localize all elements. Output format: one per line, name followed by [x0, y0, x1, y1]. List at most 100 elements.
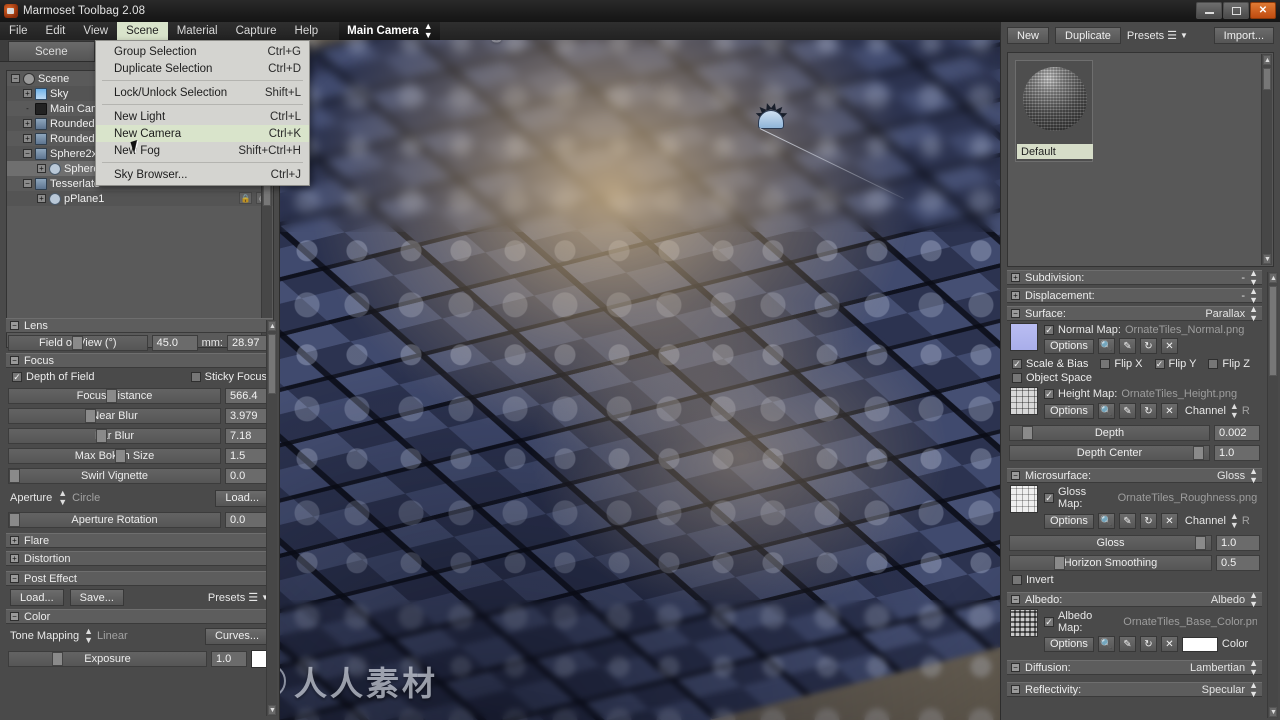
- depth-value[interactable]: 0.002: [1214, 425, 1260, 441]
- refresh-icon[interactable]: ↻: [1139, 403, 1157, 419]
- normal-map-options-button[interactable]: Options: [1044, 338, 1094, 354]
- albedo-map-options-button[interactable]: Options: [1044, 636, 1094, 652]
- scale-bias-checkbox[interactable]: ✓ Scale & Bias: [1012, 358, 1088, 370]
- refresh-icon[interactable]: ↻: [1139, 636, 1157, 652]
- section-subdivision-header[interactable]: + Subdivision: - ▲ ▼: [1007, 270, 1262, 287]
- sticky-focus-checkbox[interactable]: Sticky Focus: [190, 371, 267, 383]
- menu-item-new-light[interactable]: New Light Ctrl+L: [96, 108, 309, 125]
- twisty-icon[interactable]: +: [37, 164, 46, 173]
- material-presets-button[interactable]: Presets ☰ ▼: [1127, 29, 1188, 43]
- exposure-slider[interactable]: Exposure: [8, 651, 207, 667]
- flip-x-checkbox[interactable]: Flip X: [1100, 358, 1143, 370]
- field-of-view-value[interactable]: 45.0: [151, 335, 198, 351]
- far-blur-slider[interactable]: Far Blur: [8, 428, 221, 444]
- scroll-up-arrow-icon[interactable]: ▲: [268, 321, 276, 331]
- height-map-thumbnail[interactable]: [1010, 387, 1038, 415]
- aperture-load-button[interactable]: Load...: [215, 489, 269, 507]
- reflectivity-mode-value[interactable]: Specular: [1202, 684, 1245, 696]
- menu-scene[interactable]: Scene: [117, 22, 168, 40]
- section-displacement-header[interactable]: + Displacement: - ▲ ▼: [1007, 286, 1262, 304]
- maximize-button[interactable]: [1223, 2, 1249, 19]
- albedo-mode-value[interactable]: Albedo: [1211, 594, 1245, 606]
- twisty-icon[interactable]: −: [11, 74, 20, 83]
- invert-checkbox[interactable]: Invert: [1012, 574, 1054, 586]
- collapse-icon[interactable]: −: [10, 356, 19, 365]
- height-channel-value[interactable]: R: [1242, 405, 1250, 417]
- close-icon[interactable]: ✕: [1160, 513, 1178, 529]
- menu-item-group-selection[interactable]: Group Selection Ctrl+G: [96, 43, 309, 60]
- flip-z-checkbox[interactable]: Flip Z: [1208, 358, 1250, 370]
- normal-map-checkbox[interactable]: ✓: [1044, 325, 1054, 335]
- chevron-updown-icon[interactable]: ▲ ▼: [1249, 658, 1258, 677]
- expand-icon[interactable]: +: [1011, 291, 1020, 300]
- section-reflectivity-header[interactable]: − Reflectivity: Specular ▲ ▼: [1007, 680, 1262, 698]
- curves-button[interactable]: Curves...: [204, 627, 269, 645]
- near-blur-slider[interactable]: Near Blur: [8, 408, 221, 424]
- normal-map-thumbnail[interactable]: [1010, 323, 1038, 351]
- surface-mode-value[interactable]: Parallax: [1205, 308, 1245, 320]
- chevron-updown-icon[interactable]: ▲ ▼: [1249, 304, 1258, 323]
- depth-of-field-checkbox[interactable]: ✓ Depth of Field: [12, 371, 94, 383]
- section-flare-header[interactable]: + Flare: [6, 533, 273, 548]
- menu-capture[interactable]: Capture: [227, 22, 286, 40]
- camera-selector[interactable]: Main Camera ▲ ▼: [339, 22, 440, 40]
- section-focus-header[interactable]: − Focus: [6, 353, 273, 368]
- material-item-default[interactable]: Default: [1015, 60, 1093, 162]
- section-distortion-header[interactable]: + Distortion: [6, 551, 273, 566]
- menu-edit[interactable]: Edit: [37, 22, 75, 40]
- menu-help[interactable]: Help: [286, 22, 328, 40]
- post-effect-presets-button[interactable]: Presets ☰ ▼: [208, 591, 269, 605]
- albedo-map-checkbox[interactable]: ✓: [1044, 617, 1054, 627]
- search-icon[interactable]: 🔍: [1097, 403, 1115, 419]
- chevron-updown-icon[interactable]: ▲ ▼: [1249, 270, 1258, 287]
- menu-material[interactable]: Material: [168, 22, 227, 40]
- collapse-icon[interactable]: −: [1011, 309, 1020, 318]
- duplicate-material-button[interactable]: Duplicate: [1055, 27, 1121, 44]
- close-icon[interactable]: ✕: [1160, 403, 1178, 419]
- menu-file[interactable]: File: [0, 22, 37, 40]
- gloss-map-thumbnail[interactable]: [1010, 485, 1038, 513]
- collapse-icon[interactable]: −: [1011, 685, 1020, 694]
- albedo-color-swatch[interactable]: [1181, 636, 1218, 652]
- menu-view[interactable]: View: [74, 22, 117, 40]
- collapse-icon[interactable]: −: [1011, 663, 1020, 672]
- horizon-smoothing-value[interactable]: 0.5: [1216, 555, 1260, 571]
- scroll-down-arrow-icon[interactable]: ▼: [268, 705, 276, 715]
- chevron-updown-icon[interactable]: ▲ ▼: [84, 627, 93, 645]
- section-post-effect-header[interactable]: − Post Effect: [6, 571, 273, 586]
- swirl-vignette-slider[interactable]: Swirl Vignette: [8, 468, 221, 484]
- height-map-checkbox[interactable]: ✓: [1044, 389, 1054, 399]
- light-gizmo[interactable]: [754, 102, 789, 134]
- twisty-icon[interactable]: +: [23, 119, 32, 128]
- gloss-map-checkbox[interactable]: ✓: [1044, 493, 1054, 503]
- chevron-updown-icon[interactable]: ▲ ▼: [1230, 512, 1239, 530]
- section-lens-header[interactable]: − Lens: [6, 318, 273, 333]
- height-map-options-button[interactable]: Options: [1044, 403, 1094, 419]
- search-icon[interactable]: 🔍: [1097, 636, 1115, 652]
- search-icon[interactable]: 🔍: [1097, 513, 1115, 529]
- twisty-icon[interactable]: +: [23, 134, 32, 143]
- tone-mapping-value[interactable]: Linear: [97, 630, 128, 642]
- close-button[interactable]: ✕: [1250, 2, 1276, 19]
- left-panel-scrollbar[interactable]: ▲ ▼: [266, 320, 277, 716]
- menu-item-new-camera[interactable]: New Camera Ctrl+K: [96, 125, 309, 142]
- object-space-checkbox[interactable]: Object Space: [1012, 372, 1092, 384]
- depth-center-value[interactable]: 1.0: [1214, 445, 1260, 461]
- flip-y-checkbox[interactable]: ✓ Flip Y: [1154, 358, 1196, 370]
- gloss-slider[interactable]: Gloss: [1009, 535, 1212, 551]
- twisty-icon[interactable]: +: [23, 89, 32, 98]
- far-blur-value[interactable]: 7.18: [225, 428, 271, 444]
- search-icon[interactable]: 🔍: [1097, 338, 1115, 354]
- tab-scene[interactable]: Scene: [8, 41, 95, 61]
- chevron-updown-icon[interactable]: ▲ ▼: [1249, 466, 1258, 485]
- collapse-icon[interactable]: −: [10, 574, 19, 583]
- section-albedo-header[interactable]: − Albedo: Albedo ▲ ▼: [1007, 590, 1262, 609]
- horizon-smoothing-slider[interactable]: Horizon Smoothing: [1009, 555, 1212, 571]
- material-list-scrollbar[interactable]: ▲ ▼: [1261, 54, 1272, 265]
- scrollbar-thumb[interactable]: [1269, 286, 1277, 376]
- chevron-updown-icon[interactable]: ▲ ▼: [1249, 590, 1258, 609]
- scroll-down-arrow-icon[interactable]: ▼: [1269, 707, 1277, 717]
- section-surface-header[interactable]: − Surface: Parallax ▲ ▼: [1007, 304, 1262, 323]
- field-of-view-slider[interactable]: Field of View (°): [8, 335, 148, 351]
- twisty-icon[interactable]: +: [37, 194, 46, 203]
